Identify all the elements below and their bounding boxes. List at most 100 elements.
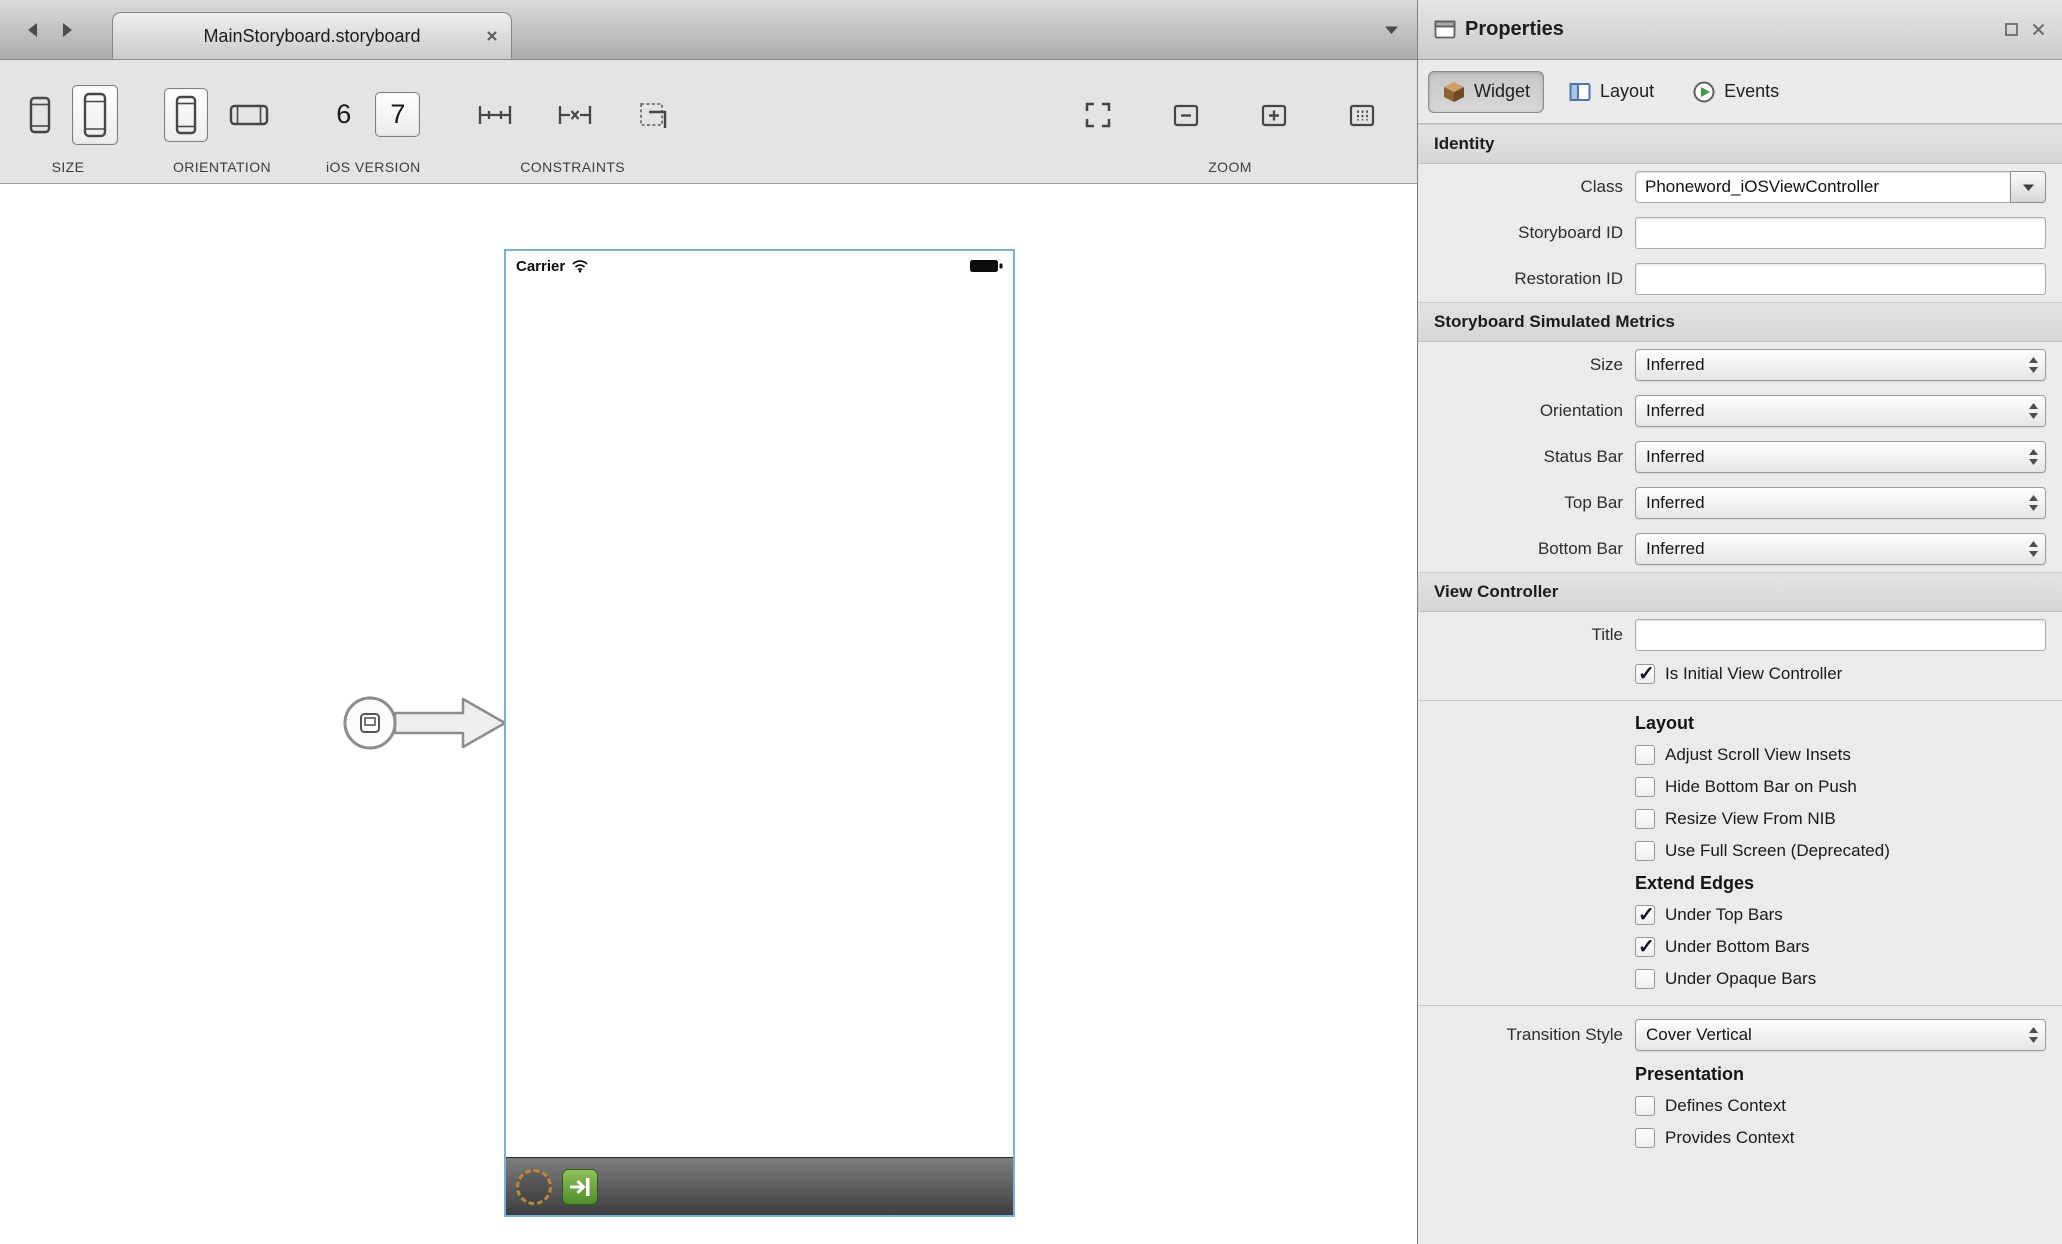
design-canvas[interactable]: Carrier	[0, 184, 1417, 1244]
ios7-label: 7	[390, 101, 405, 128]
actual-size-button[interactable]	[1337, 94, 1387, 136]
extend-edges-subheader: Extend Edges	[1418, 867, 2062, 899]
ios7-button[interactable]: 7	[375, 92, 420, 137]
tab-layout[interactable]: Layout	[1554, 71, 1668, 113]
simulated-orientation-row: Orientation Inferred	[1418, 388, 2062, 434]
restoration-id-row: Restoration ID	[1418, 256, 2062, 302]
size-popup[interactable]: Inferred	[1635, 349, 2046, 381]
events-icon	[1692, 80, 1716, 104]
under-opaque-bars-checkbox[interactable]	[1635, 969, 1655, 989]
hide-bottom-bar-row: Hide Bottom Bar on Push	[1418, 771, 2062, 803]
provides-context-label: Provides Context	[1665, 1128, 1794, 1148]
battery-icon	[969, 258, 1003, 274]
class-row: Class	[1418, 164, 2062, 210]
orientation-group-label: ORIENTATION	[173, 159, 271, 175]
actual-size-icon	[1347, 100, 1377, 130]
widget-cube-icon	[1442, 80, 1466, 104]
storyboard-id-input[interactable]	[1635, 217, 2046, 249]
size-iphone-tall-button[interactable]	[72, 85, 118, 145]
under-bottom-bars-label: Under Bottom Bars	[1665, 937, 1810, 957]
frame-constraint-icon	[637, 100, 669, 130]
ios6-button[interactable]: 6	[326, 95, 361, 134]
under-bottom-bars-checkbox[interactable]	[1635, 937, 1655, 957]
title-input[interactable]	[1635, 619, 2046, 651]
provides-context-checkbox[interactable]	[1635, 1128, 1655, 1148]
bottom-bar-popup[interactable]: Inferred	[1635, 533, 2046, 565]
under-top-bars-checkbox[interactable]	[1635, 905, 1655, 925]
adjust-scroll-insets-checkbox[interactable]	[1635, 745, 1655, 765]
tab-widget[interactable]: Widget	[1428, 71, 1544, 113]
hide-bottom-bar-checkbox[interactable]	[1635, 777, 1655, 797]
tab-events-label: Events	[1724, 81, 1779, 102]
chevron-down-icon	[2022, 183, 2035, 192]
section-divider	[1418, 700, 2062, 701]
transition-style-value: Cover Vertical	[1646, 1025, 2022, 1045]
forward-arrow-icon	[60, 21, 76, 39]
orientation-popup[interactable]: Inferred	[1635, 395, 2046, 427]
fullscreen-button[interactable]	[1073, 94, 1123, 136]
hide-bottom-bar-label: Hide Bottom Bar on Push	[1665, 777, 1857, 797]
under-opaque-bars-row: Under Opaque Bars	[1418, 963, 2062, 995]
class-combo	[1635, 171, 2046, 203]
orientation-label: Orientation	[1418, 401, 1623, 421]
zoom-out-button[interactable]	[1161, 94, 1211, 136]
initial-view-controller-row: Is Initial View Controller	[1418, 658, 2062, 690]
size-label: Size	[1418, 355, 1623, 375]
initial-vc-arrow[interactable]	[337, 679, 507, 767]
width-constraint-icon	[477, 100, 513, 130]
orientation-landscape-button[interactable]	[218, 97, 280, 133]
back-arrow-icon	[24, 21, 40, 39]
remove-constraint-icon	[557, 100, 593, 130]
under-top-bars-label: Under Top Bars	[1665, 905, 1783, 925]
class-input[interactable]	[1635, 171, 2010, 203]
bottom-bar-row: Bottom Bar Inferred	[1418, 526, 2062, 572]
under-opaque-bars-label: Under Opaque Bars	[1665, 969, 1816, 989]
orientation-popup-value: Inferred	[1646, 401, 2022, 421]
constraint-frame-button[interactable]	[627, 94, 679, 136]
restoration-id-input[interactable]	[1635, 263, 2046, 295]
orientation-portrait-button[interactable]	[164, 88, 208, 142]
view-controller-frame[interactable]: Carrier	[504, 249, 1015, 1217]
status-bar-popup[interactable]: Inferred	[1635, 441, 2046, 473]
size-iphone-button[interactable]	[18, 89, 62, 141]
adjust-scroll-insets-label: Adjust Scroll View Insets	[1665, 745, 1851, 765]
zoom-in-button[interactable]	[1249, 94, 1299, 136]
stepper-arrows-icon	[2022, 1026, 2039, 1044]
use-full-screen-checkbox[interactable]	[1635, 841, 1655, 861]
transition-style-popup[interactable]: Cover Vertical	[1635, 1019, 2046, 1051]
ios6-label: 6	[336, 101, 351, 128]
simulated-size-row: Size Inferred	[1418, 342, 2062, 388]
view-controller-icon[interactable]	[516, 1169, 552, 1205]
constraint-remove-button[interactable]	[547, 94, 603, 136]
zoom-group-label: ZOOM	[1208, 159, 1252, 175]
phone-landscape-icon	[228, 103, 270, 127]
defines-context-checkbox[interactable]	[1635, 1096, 1655, 1116]
class-dropdown-button[interactable]	[2010, 171, 2046, 203]
tab-overflow-button[interactable]	[1384, 25, 1399, 35]
tab-close-icon[interactable]	[485, 29, 499, 43]
stepper-arrows-icon	[2022, 494, 2039, 512]
transition-style-label: Transition Style	[1418, 1025, 1623, 1045]
tab-events[interactable]: Events	[1678, 71, 1793, 113]
constraint-width-button[interactable]	[467, 94, 523, 136]
under-top-bars-row: Under Top Bars	[1418, 899, 2062, 931]
resize-view-nib-checkbox[interactable]	[1635, 809, 1655, 829]
resize-view-nib-row: Resize View From NIB	[1418, 803, 2062, 835]
view-controller-content[interactable]	[506, 281, 1013, 1157]
wifi-icon	[571, 259, 589, 273]
exit-segue-icon[interactable]	[562, 1169, 598, 1205]
constraints-group: CONSTRAINTS	[467, 60, 679, 183]
top-bar-popup[interactable]: Inferred	[1635, 487, 2046, 519]
tab-mainstoryboard[interactable]: MainStoryboard.storyboard	[112, 12, 512, 59]
is-initial-view-controller-label: Is Initial View Controller	[1665, 664, 1842, 684]
close-panel-icon[interactable]	[2031, 22, 2046, 37]
top-bar-row: Top Bar Inferred	[1418, 480, 2062, 526]
editor-pane: MainStoryboard.storyboard S	[0, 0, 1417, 1244]
forward-button[interactable]	[50, 0, 86, 59]
back-button[interactable]	[14, 0, 50, 59]
phone-portrait-icon	[174, 94, 198, 136]
provides-context-row: Provides Context	[1418, 1122, 2062, 1154]
bottom-bar-label: Bottom Bar	[1418, 539, 1623, 559]
is-initial-view-controller-checkbox[interactable]	[1635, 664, 1655, 684]
detach-panel-icon[interactable]	[2004, 22, 2019, 37]
